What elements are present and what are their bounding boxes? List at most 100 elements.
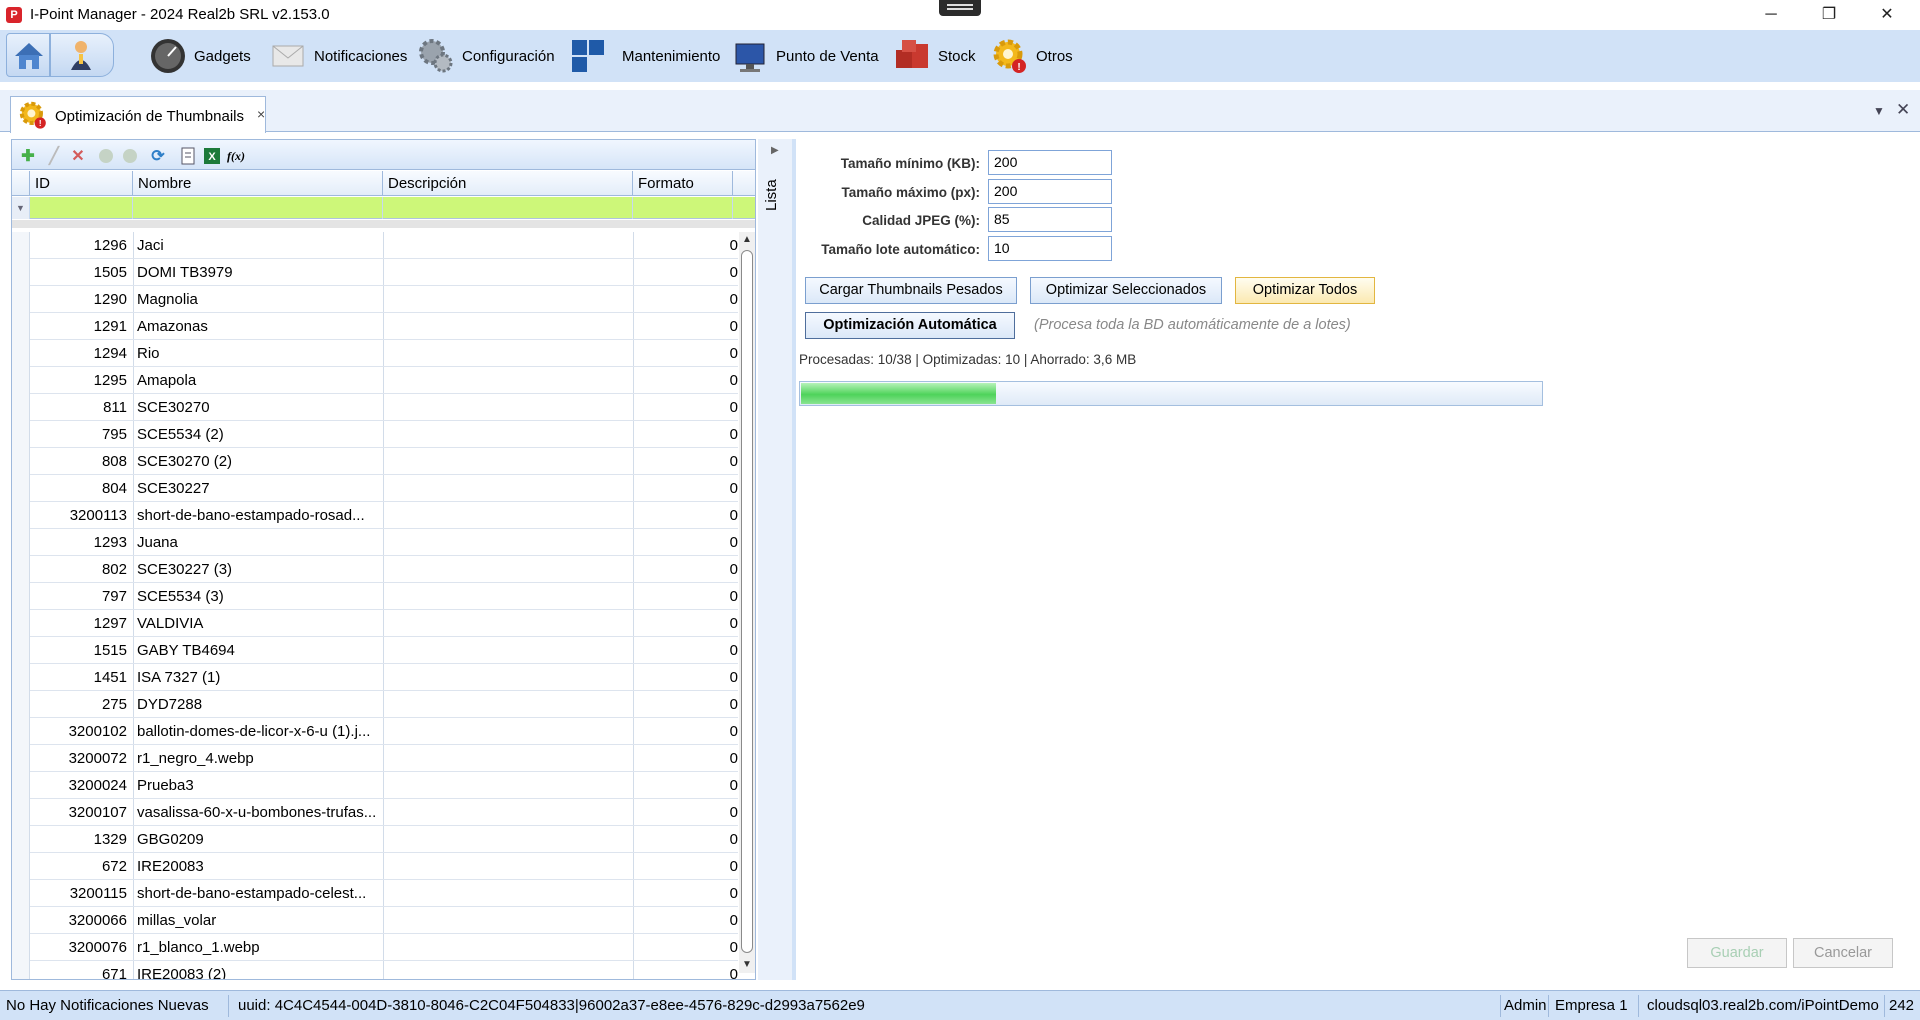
- row-selector[interactable]: [12, 745, 30, 772]
- max-size-input[interactable]: 200: [988, 179, 1112, 204]
- home-button[interactable]: [6, 33, 50, 77]
- menu-punto-de-venta[interactable]: Punto de Venta: [730, 34, 879, 78]
- next-icon[interactable]: [120, 146, 140, 166]
- tab-list-dropdown-icon[interactable]: ▼: [1873, 104, 1885, 118]
- close-tab-icon[interactable]: ✕: [1896, 100, 1910, 120]
- scroll-thumb[interactable]: [741, 250, 753, 953]
- notifications-status[interactable]: No Hay Notificaciones Nuevas: [6, 997, 209, 1014]
- table-row[interactable]: 808 SCE30270 (2) 0: [12, 448, 738, 475]
- table-row[interactable]: 804 SCE30227 0: [12, 475, 738, 502]
- row-selector[interactable]: [12, 799, 30, 826]
- table-row[interactable]: 1291 Amazonas 0: [12, 313, 738, 340]
- table-row[interactable]: 3200113 short-de-bano-estampado-rosad... 0: [12, 502, 738, 529]
- table-row[interactable]: 1295 Amapola 0: [12, 367, 738, 394]
- filter-formato[interactable]: [633, 197, 733, 219]
- scroll-up-icon[interactable]: ▲: [739, 232, 755, 248]
- header-descripcion[interactable]: Descripción: [383, 171, 633, 196]
- close-window-button[interactable]: ✕: [1858, 0, 1916, 30]
- table-row[interactable]: 1451 ISA 7327 (1) 0: [12, 664, 738, 691]
- filter-nombre[interactable]: [133, 197, 383, 219]
- row-selector[interactable]: [12, 259, 30, 286]
- table-row[interactable]: 1329 GBG0209 0: [12, 826, 738, 853]
- table-row[interactable]: 3200107 vasalissa-60-x-u-bombones-trufas.…: [12, 799, 738, 826]
- min-size-input[interactable]: 200: [988, 150, 1112, 175]
- tab-close-button[interactable]: ×: [257, 106, 265, 122]
- table-row[interactable]: 1297 VALDIVIA 0: [12, 610, 738, 637]
- table-row[interactable]: 1505 DOMI TB3979 0: [12, 259, 738, 286]
- header-formato[interactable]: Formato: [633, 171, 733, 196]
- menu-gadgets[interactable]: Gadgets: [148, 34, 251, 78]
- expand-arrow-icon[interactable]: ▶: [771, 145, 779, 156]
- prev-icon[interactable]: [96, 146, 116, 166]
- row-selector[interactable]: [12, 313, 30, 340]
- batch-size-input[interactable]: 10: [988, 236, 1112, 261]
- table-row[interactable]: 3200066 millas_volar 0: [12, 907, 738, 934]
- table-row[interactable]: 672 IRE20083 0: [12, 853, 738, 880]
- header-id[interactable]: ID: [30, 171, 133, 196]
- auto-optimization-button[interactable]: Optimización Automática: [805, 312, 1015, 339]
- table-row[interactable]: 3200102 ballotin-domes-de-licor-x-6-u (1)…: [12, 718, 738, 745]
- lista-side-pane[interactable]: ▶ Lista: [758, 139, 792, 980]
- tab-optimizacion-thumbnails[interactable]: ! Optimización de Thumbnails ×: [10, 96, 266, 133]
- edit-icon[interactable]: ╱: [44, 146, 64, 166]
- filter-descripcion[interactable]: [383, 197, 633, 219]
- row-selector[interactable]: [12, 286, 30, 313]
- table-row[interactable]: 3200115 short-de-bano-estampado-celest...…: [12, 880, 738, 907]
- scroll-down-icon[interactable]: ▼: [739, 957, 755, 973]
- delete-icon[interactable]: ✕: [68, 146, 88, 166]
- row-selector[interactable]: [12, 583, 30, 610]
- row-selector[interactable]: [12, 880, 30, 907]
- refresh-icon[interactable]: ⟳: [148, 146, 168, 166]
- table-row[interactable]: 1293 Juana 0: [12, 529, 738, 556]
- cancel-button[interactable]: Cancelar: [1793, 938, 1893, 968]
- table-row[interactable]: 811 SCE30270 0: [12, 394, 738, 421]
- filter-icon[interactable]: ▼: [12, 197, 30, 219]
- save-button[interactable]: Guardar: [1687, 938, 1787, 968]
- row-selector[interactable]: [12, 907, 30, 934]
- row-selector[interactable]: [12, 853, 30, 880]
- row-selector[interactable]: [12, 529, 30, 556]
- optimize-all-button[interactable]: Optimizar Todos: [1235, 277, 1375, 304]
- optimize-selected-button[interactable]: Optimizar Seleccionados: [1030, 277, 1222, 304]
- table-row[interactable]: 1290 Magnolia 0: [12, 286, 738, 313]
- row-selector[interactable]: [12, 934, 30, 961]
- filter-row[interactable]: ▼: [12, 197, 755, 219]
- table-row[interactable]: 275 DYD7288 0: [12, 691, 738, 718]
- excel-icon[interactable]: X: [202, 146, 222, 166]
- row-selector[interactable]: [12, 367, 30, 394]
- row-selector[interactable]: [12, 718, 30, 745]
- row-selector[interactable]: [12, 556, 30, 583]
- row-selector[interactable]: [12, 232, 30, 259]
- vertical-scrollbar[interactable]: ▲ ▼: [739, 232, 755, 973]
- table-row[interactable]: 795 SCE5534 (2) 0: [12, 421, 738, 448]
- row-selector[interactable]: [12, 448, 30, 475]
- row-selector[interactable]: [12, 772, 30, 799]
- table-row[interactable]: 3200072 r1_negro_4.webp 0: [12, 745, 738, 772]
- add-icon[interactable]: ✚: [18, 146, 38, 166]
- restore-button[interactable]: ❐: [1800, 0, 1858, 30]
- row-selector[interactable]: [12, 664, 30, 691]
- row-selector[interactable]: [12, 340, 30, 367]
- header-nombre[interactable]: Nombre: [133, 171, 383, 196]
- table-row[interactable]: 797 SCE5534 (3) 0: [12, 583, 738, 610]
- row-selector[interactable]: [12, 421, 30, 448]
- table-row[interactable]: 1294 Rio 0: [12, 340, 738, 367]
- jpeg-quality-input[interactable]: 85: [988, 207, 1112, 232]
- filter-id[interactable]: [30, 197, 133, 219]
- row-selector[interactable]: [12, 610, 30, 637]
- row-selector[interactable]: [12, 475, 30, 502]
- menu-stock[interactable]: Stock: [892, 34, 976, 78]
- user-button[interactable]: [50, 33, 114, 77]
- row-selector[interactable]: [12, 691, 30, 718]
- row-selector[interactable]: [12, 637, 30, 664]
- row-selector[interactable]: [12, 826, 30, 853]
- drag-handle[interactable]: [939, 0, 981, 16]
- table-row[interactable]: 1296 Jaci 0: [12, 232, 738, 259]
- menu-otros[interactable]: ! Otros: [990, 34, 1073, 78]
- table-row[interactable]: 3200076 r1_blanco_1.webp 0: [12, 934, 738, 961]
- row-selector[interactable]: [12, 394, 30, 421]
- export-icon[interactable]: [178, 146, 198, 166]
- table-row[interactable]: 802 SCE30227 (3) 0: [12, 556, 738, 583]
- load-heavy-thumbnails-button[interactable]: Cargar Thumbnails Pesados: [805, 277, 1017, 304]
- menu-notificaciones[interactable]: Notificaciones: [268, 34, 407, 78]
